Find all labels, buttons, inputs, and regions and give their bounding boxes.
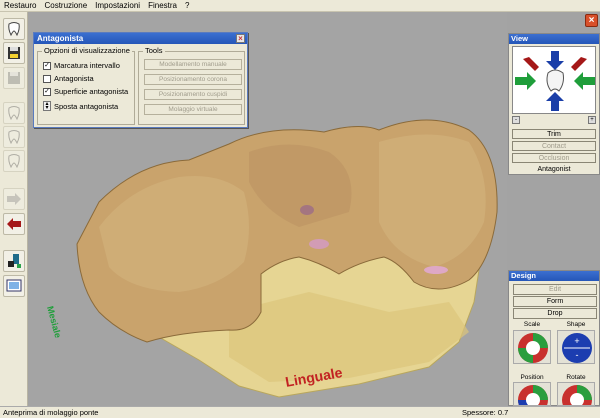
shape-control[interactable]: + - <box>557 330 595 364</box>
checkbox-unchecked[interactable] <box>43 74 51 83</box>
position-control[interactable] <box>513 382 551 406</box>
tooth-outline-icon <box>8 106 20 121</box>
rotate-control[interactable] <box>557 382 595 406</box>
arrow-right-icon <box>7 193 21 205</box>
status-message: Anteprima di molaggio ponte <box>3 408 99 417</box>
tool-molaggio-button[interactable]: Molaggio virtuale <box>144 104 242 115</box>
scanner-button[interactable] <box>3 250 25 272</box>
orientation-arrows-icon <box>515 51 595 111</box>
screen-button[interactable] <box>3 275 25 297</box>
checkbox-checked[interactable]: ✓ <box>43 87 51 96</box>
thickness-readout: Spessore: 0.7 <box>462 407 508 418</box>
display-options-group: Opzioni di visualizzazione ✓ Marcatura i… <box>37 46 135 125</box>
dialog-title-bar[interactable]: Antagonista × <box>34 33 247 44</box>
thickness-value: 0.7 <box>497 408 509 417</box>
contact-button[interactable]: Contact <box>512 141 596 151</box>
shape-label: Shape <box>566 321 586 328</box>
svg-text:Mesiale: Mesiale <box>45 305 63 339</box>
view-plus-button[interactable]: + <box>588 116 596 124</box>
screen-icon <box>6 279 22 292</box>
drop-button[interactable]: Drop <box>513 308 597 319</box>
occlusion-button[interactable]: Occlusion <box>512 153 596 163</box>
dialog-title: Antagonista <box>37 34 84 43</box>
rotate-dial-icon <box>562 385 592 405</box>
buccal-marker: Mesiale <box>45 305 63 339</box>
tools-title: Tools <box>143 46 165 55</box>
display-options-title: Opzioni di visualizzazione <box>42 46 132 55</box>
thickness-label: Spessore: <box>462 408 496 417</box>
spinner-control[interactable]: ▴ ▾ <box>43 101 51 111</box>
option-superficie[interactable]: ✓ Superficie antagonista <box>43 87 128 96</box>
option-antagonista[interactable]: Antagonista <box>43 74 94 83</box>
option-label: Antagonista <box>54 74 94 83</box>
option-label: Superficie antagonista <box>54 87 129 96</box>
checkbox-checked[interactable]: ✓ <box>43 61 51 70</box>
save-as-button[interactable] <box>3 67 25 89</box>
form-button[interactable]: Form <box>513 296 597 307</box>
menu-restauro[interactable]: Restauro <box>0 0 40 12</box>
tool-corona-button[interactable]: Posizionamento corona <box>144 74 242 85</box>
position-label: Position <box>520 374 544 381</box>
status-bar: Anteprima di molaggio ponte Spessore: 0.… <box>0 406 600 418</box>
edit-button[interactable]: Edit <box>513 284 597 295</box>
scale-control[interactable] <box>513 330 551 364</box>
tooth-outline-icon <box>8 154 20 169</box>
option-label: Marcatura intervallo <box>54 61 120 70</box>
view-panel-title: View <box>509 34 599 44</box>
trim-button[interactable]: Trim <box>512 129 596 139</box>
rotate-label: Rotate <box>566 374 586 381</box>
svg-text:-: - <box>576 350 579 360</box>
spinner-label: Sposta antagonista <box>54 101 119 111</box>
menu-finestra[interactable]: Finestra <box>144 0 181 12</box>
view-panel: View - + Trim Contact Occlusion Antagoni… <box>508 33 600 175</box>
option-sposta[interactable]: ▴ ▾ Sposta antagonista <box>43 101 118 111</box>
design-panel: Design Edit Form Drop Scale Shape + - Po… <box>508 270 600 406</box>
view-orientation-widget[interactable] <box>512 46 596 114</box>
back-button[interactable] <box>3 213 25 235</box>
save-icon <box>8 47 20 59</box>
option-marcatura[interactable]: ✓ Marcatura intervallo <box>43 61 120 70</box>
arrow-left-icon <box>7 218 21 230</box>
tooth-outline-button-2[interactable] <box>3 126 25 148</box>
scanner-icon <box>8 254 21 268</box>
tooth-icon <box>8 22 20 37</box>
tool-cuspidi-button[interactable]: Posizionamento cuspidi <box>144 89 242 100</box>
tooth-outline-button-1[interactable] <box>3 102 25 124</box>
position-dial-icon <box>518 385 548 405</box>
tooth-outline-button-3[interactable] <box>3 150 25 172</box>
tooth-outline-icon <box>8 130 20 145</box>
shape-dial-icon: + - <box>562 333 592 363</box>
left-toolbar <box>0 12 28 406</box>
save-disabled-icon <box>8 72 20 84</box>
dialog-close-button[interactable]: × <box>236 34 245 43</box>
tool-modellamento-button[interactable]: Modellamento manuale <box>144 59 242 70</box>
menu-costruzione[interactable]: Costruzione <box>40 0 91 12</box>
app-close-button[interactable]: × <box>585 14 598 27</box>
antagonista-dialog: Antagonista × Opzioni di visualizzazione… <box>33 32 248 128</box>
menu-impostazioni[interactable]: Impostazioni <box>91 0 144 12</box>
scale-dial-icon <box>518 333 548 363</box>
antagonist-label[interactable]: Antagonist <box>512 165 596 175</box>
tools-group: Tools Modellamento manuale Posizionament… <box>138 46 245 125</box>
svg-text:+: + <box>574 336 579 346</box>
view-minus-button[interactable]: - <box>512 116 520 124</box>
design-panel-title: Design <box>509 271 599 281</box>
save-button[interactable] <box>3 42 25 64</box>
menu-help[interactable]: ? <box>181 0 193 12</box>
scale-label: Scale <box>523 321 541 328</box>
tooth-button[interactable] <box>3 18 25 40</box>
menu-bar: Restauro Costruzione Impostazioni Finest… <box>0 0 600 12</box>
next-button[interactable] <box>3 188 25 210</box>
